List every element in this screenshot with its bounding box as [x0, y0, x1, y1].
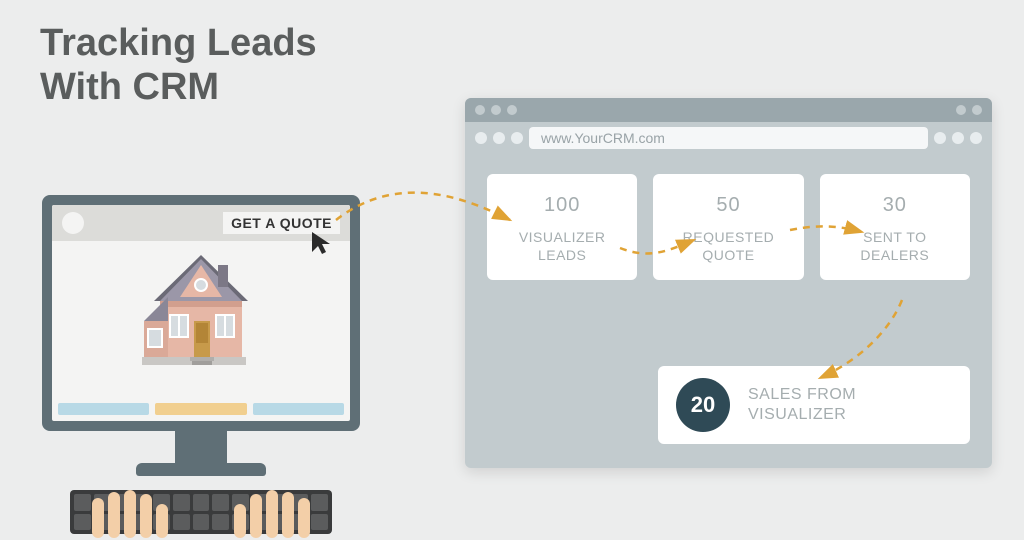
nav-forward-icon	[493, 132, 505, 144]
crm-dashboard: 100 VISUALIZER LEADS 50 REQUESTED QUOTE …	[465, 154, 992, 468]
metric-value: 100	[491, 194, 633, 217]
url-text: www.YourCRM.com	[541, 130, 665, 146]
keyboard-area	[70, 490, 332, 540]
house-illustration	[52, 241, 350, 369]
house-icon	[136, 251, 266, 369]
get-a-quote-label: GET A QUOTE	[231, 215, 332, 231]
window-control-icon	[491, 105, 501, 115]
card-requested-quote: 50 REQUESTED QUOTE	[653, 174, 803, 280]
visualizer-header: GET A QUOTE	[52, 205, 350, 241]
metric-card-row: 100 VISUALIZER LEADS 50 REQUESTED QUOTE …	[487, 174, 970, 280]
nav-extra-icon	[970, 132, 982, 144]
sales-badge: 20	[676, 378, 730, 432]
card-sent-to-dealers: 30 SENT TO DEALERS	[820, 174, 970, 280]
page-title: Tracking Leads With CRM	[40, 22, 317, 109]
swatch-1	[58, 403, 149, 415]
browser-urlbar: www.YourCRM.com	[465, 122, 992, 154]
title-line1: Tracking Leads	[40, 22, 317, 64]
metric-label: REQUESTED QUOTE	[657, 229, 799, 264]
swatch-2	[155, 403, 246, 415]
window-control-icon	[956, 105, 966, 115]
sales-label: SALES FROM VISUALIZER	[748, 385, 856, 425]
crm-browser-window: www.YourCRM.com 100 VISUALIZER LEADS 50 …	[465, 98, 992, 468]
window-control-icon	[972, 105, 982, 115]
url-field[interactable]: www.YourCRM.com	[529, 127, 928, 149]
card-sales-from-visualizer: 20 SALES FROM VISUALIZER	[658, 366, 970, 444]
logo-placeholder-icon	[62, 212, 84, 234]
nav-back-icon	[475, 132, 487, 144]
card-visualizer-leads: 100 VISUALIZER LEADS	[487, 174, 637, 280]
nav-refresh-icon	[511, 132, 523, 144]
metric-label: VISUALIZER LEADS	[491, 229, 633, 264]
metric-label: SENT TO DEALERS	[824, 229, 966, 264]
keyboard-icon	[70, 490, 332, 534]
sales-value: 20	[691, 392, 715, 418]
monitor-base	[136, 463, 266, 476]
metric-value: 30	[824, 194, 966, 217]
monitor-stand	[175, 431, 227, 463]
metric-value: 50	[657, 194, 799, 217]
visualizer-swatches	[58, 403, 344, 415]
nav-extra-icon	[952, 132, 964, 144]
monitor-screen: GET A QUOTE	[52, 205, 350, 421]
title-line2: With CRM	[40, 66, 219, 108]
cursor-icon	[310, 230, 336, 256]
swatch-3	[253, 403, 344, 415]
nav-extra-icon	[934, 132, 946, 144]
browser-tabbar	[465, 98, 992, 122]
window-control-icon	[475, 105, 485, 115]
window-control-icon	[507, 105, 517, 115]
